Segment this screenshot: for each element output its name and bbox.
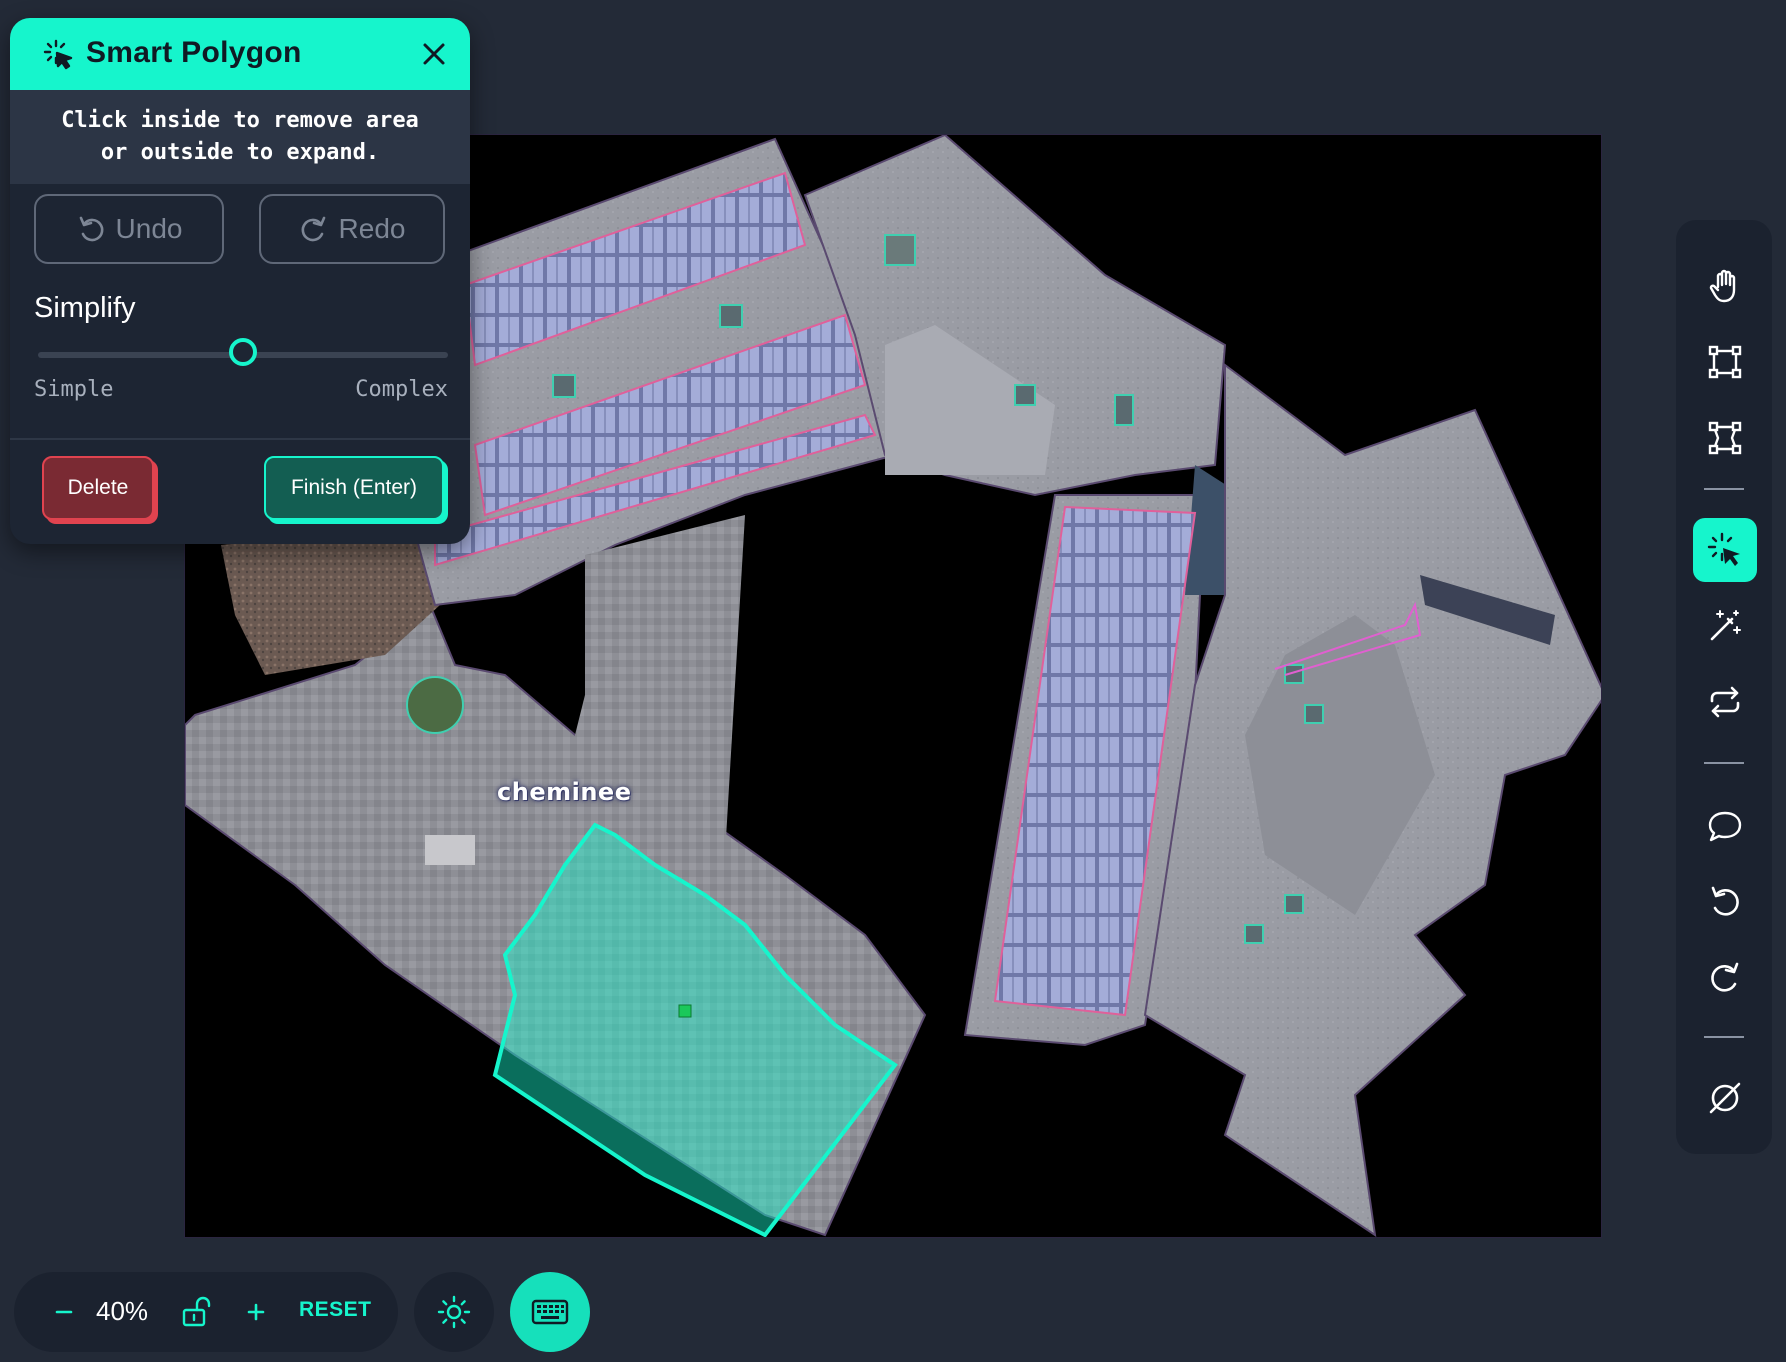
roof-object bbox=[719, 304, 743, 328]
delete-button[interactable]: Delete bbox=[42, 456, 154, 520]
smart-polygon-tool[interactable] bbox=[1693, 518, 1757, 582]
toolbar-divider bbox=[1704, 762, 1744, 764]
zoom-in-icon[interactable] bbox=[236, 1292, 276, 1332]
panel-hint: Click inside to remove area or outside t… bbox=[10, 90, 470, 184]
panel-divider bbox=[10, 438, 470, 440]
smart-polygon-icon bbox=[1707, 532, 1740, 566]
undo-icon bbox=[79, 216, 103, 242]
redo-button[interactable]: Redo bbox=[259, 194, 445, 264]
undo-button[interactable]: Undo bbox=[34, 194, 224, 264]
comment-icon bbox=[1708, 811, 1742, 842]
bounding-box-icon bbox=[1708, 345, 1742, 379]
roof-object bbox=[425, 835, 475, 865]
hint-line-2: or outside to expand. bbox=[100, 140, 380, 165]
undo-icon bbox=[1711, 886, 1739, 916]
hand-tool[interactable] bbox=[1693, 254, 1757, 318]
redo-label: Redo bbox=[338, 213, 406, 244]
magic-wand-icon bbox=[1710, 610, 1741, 641]
undo-tool[interactable] bbox=[1693, 870, 1757, 934]
sun-icon bbox=[437, 1295, 471, 1329]
panel-header: Smart Polygon bbox=[10, 18, 470, 90]
unlock-icon[interactable] bbox=[177, 1293, 215, 1331]
selection-seed-point bbox=[678, 1004, 692, 1018]
slider-max-label: Complex bbox=[355, 377, 448, 402]
keyboard-icon bbox=[531, 1299, 569, 1325]
slider-min-label: Simple bbox=[34, 377, 114, 402]
toolbar-divider bbox=[1704, 488, 1744, 490]
simplify-label: Simplify bbox=[34, 292, 136, 324]
magic-wand-tool[interactable] bbox=[1693, 594, 1757, 658]
hint-line-1: Click inside to remove area bbox=[61, 108, 419, 133]
tool-sidebar bbox=[1676, 220, 1772, 1154]
smart-polygon-icon bbox=[43, 39, 73, 70]
polygon-icon bbox=[1708, 421, 1742, 455]
roof-object bbox=[1014, 384, 1036, 406]
roof-object bbox=[884, 234, 916, 266]
zoom-reset-button[interactable]: RESET bbox=[299, 1298, 372, 1322]
redo-icon bbox=[301, 216, 325, 242]
zoom-controls: 40% RESET bbox=[14, 1272, 398, 1352]
roof-object bbox=[1244, 924, 1264, 944]
hand-icon bbox=[1709, 269, 1736, 303]
zoom-value: 40% bbox=[96, 1296, 149, 1326]
undo-label: Undo bbox=[115, 213, 183, 244]
redo-tool[interactable] bbox=[1693, 946, 1757, 1010]
simplify-slider-thumb[interactable] bbox=[229, 338, 257, 366]
finish-button[interactable]: Finish (Enter) bbox=[264, 456, 444, 520]
smart-polygon-panel: Smart Polygon Click inside to remove are… bbox=[10, 18, 470, 544]
roof-object bbox=[1304, 704, 1324, 724]
toolbar-divider bbox=[1704, 1036, 1744, 1038]
bounding-box-tool[interactable] bbox=[1693, 330, 1757, 394]
hide-annotations-tool[interactable] bbox=[1693, 1066, 1757, 1130]
keyboard-shortcuts-button[interactable] bbox=[510, 1272, 590, 1352]
convert-tool[interactable] bbox=[1693, 670, 1757, 734]
close-icon[interactable] bbox=[420, 40, 448, 68]
annotation-label: cheminee bbox=[497, 778, 632, 806]
zoom-out-icon[interactable] bbox=[44, 1292, 84, 1332]
roof-object bbox=[552, 374, 576, 398]
tree bbox=[406, 676, 464, 734]
roof-object bbox=[1114, 394, 1134, 426]
panel-title: Smart Polygon bbox=[86, 36, 302, 69]
convert-icon bbox=[1710, 686, 1740, 718]
brightness-button[interactable] bbox=[414, 1272, 494, 1352]
hide-annotations-icon bbox=[1709, 1082, 1741, 1114]
roof-object bbox=[1284, 894, 1304, 914]
redo-icon bbox=[1711, 962, 1739, 992]
polygon-tool[interactable] bbox=[1693, 406, 1757, 470]
comment-tool[interactable] bbox=[1693, 794, 1757, 858]
